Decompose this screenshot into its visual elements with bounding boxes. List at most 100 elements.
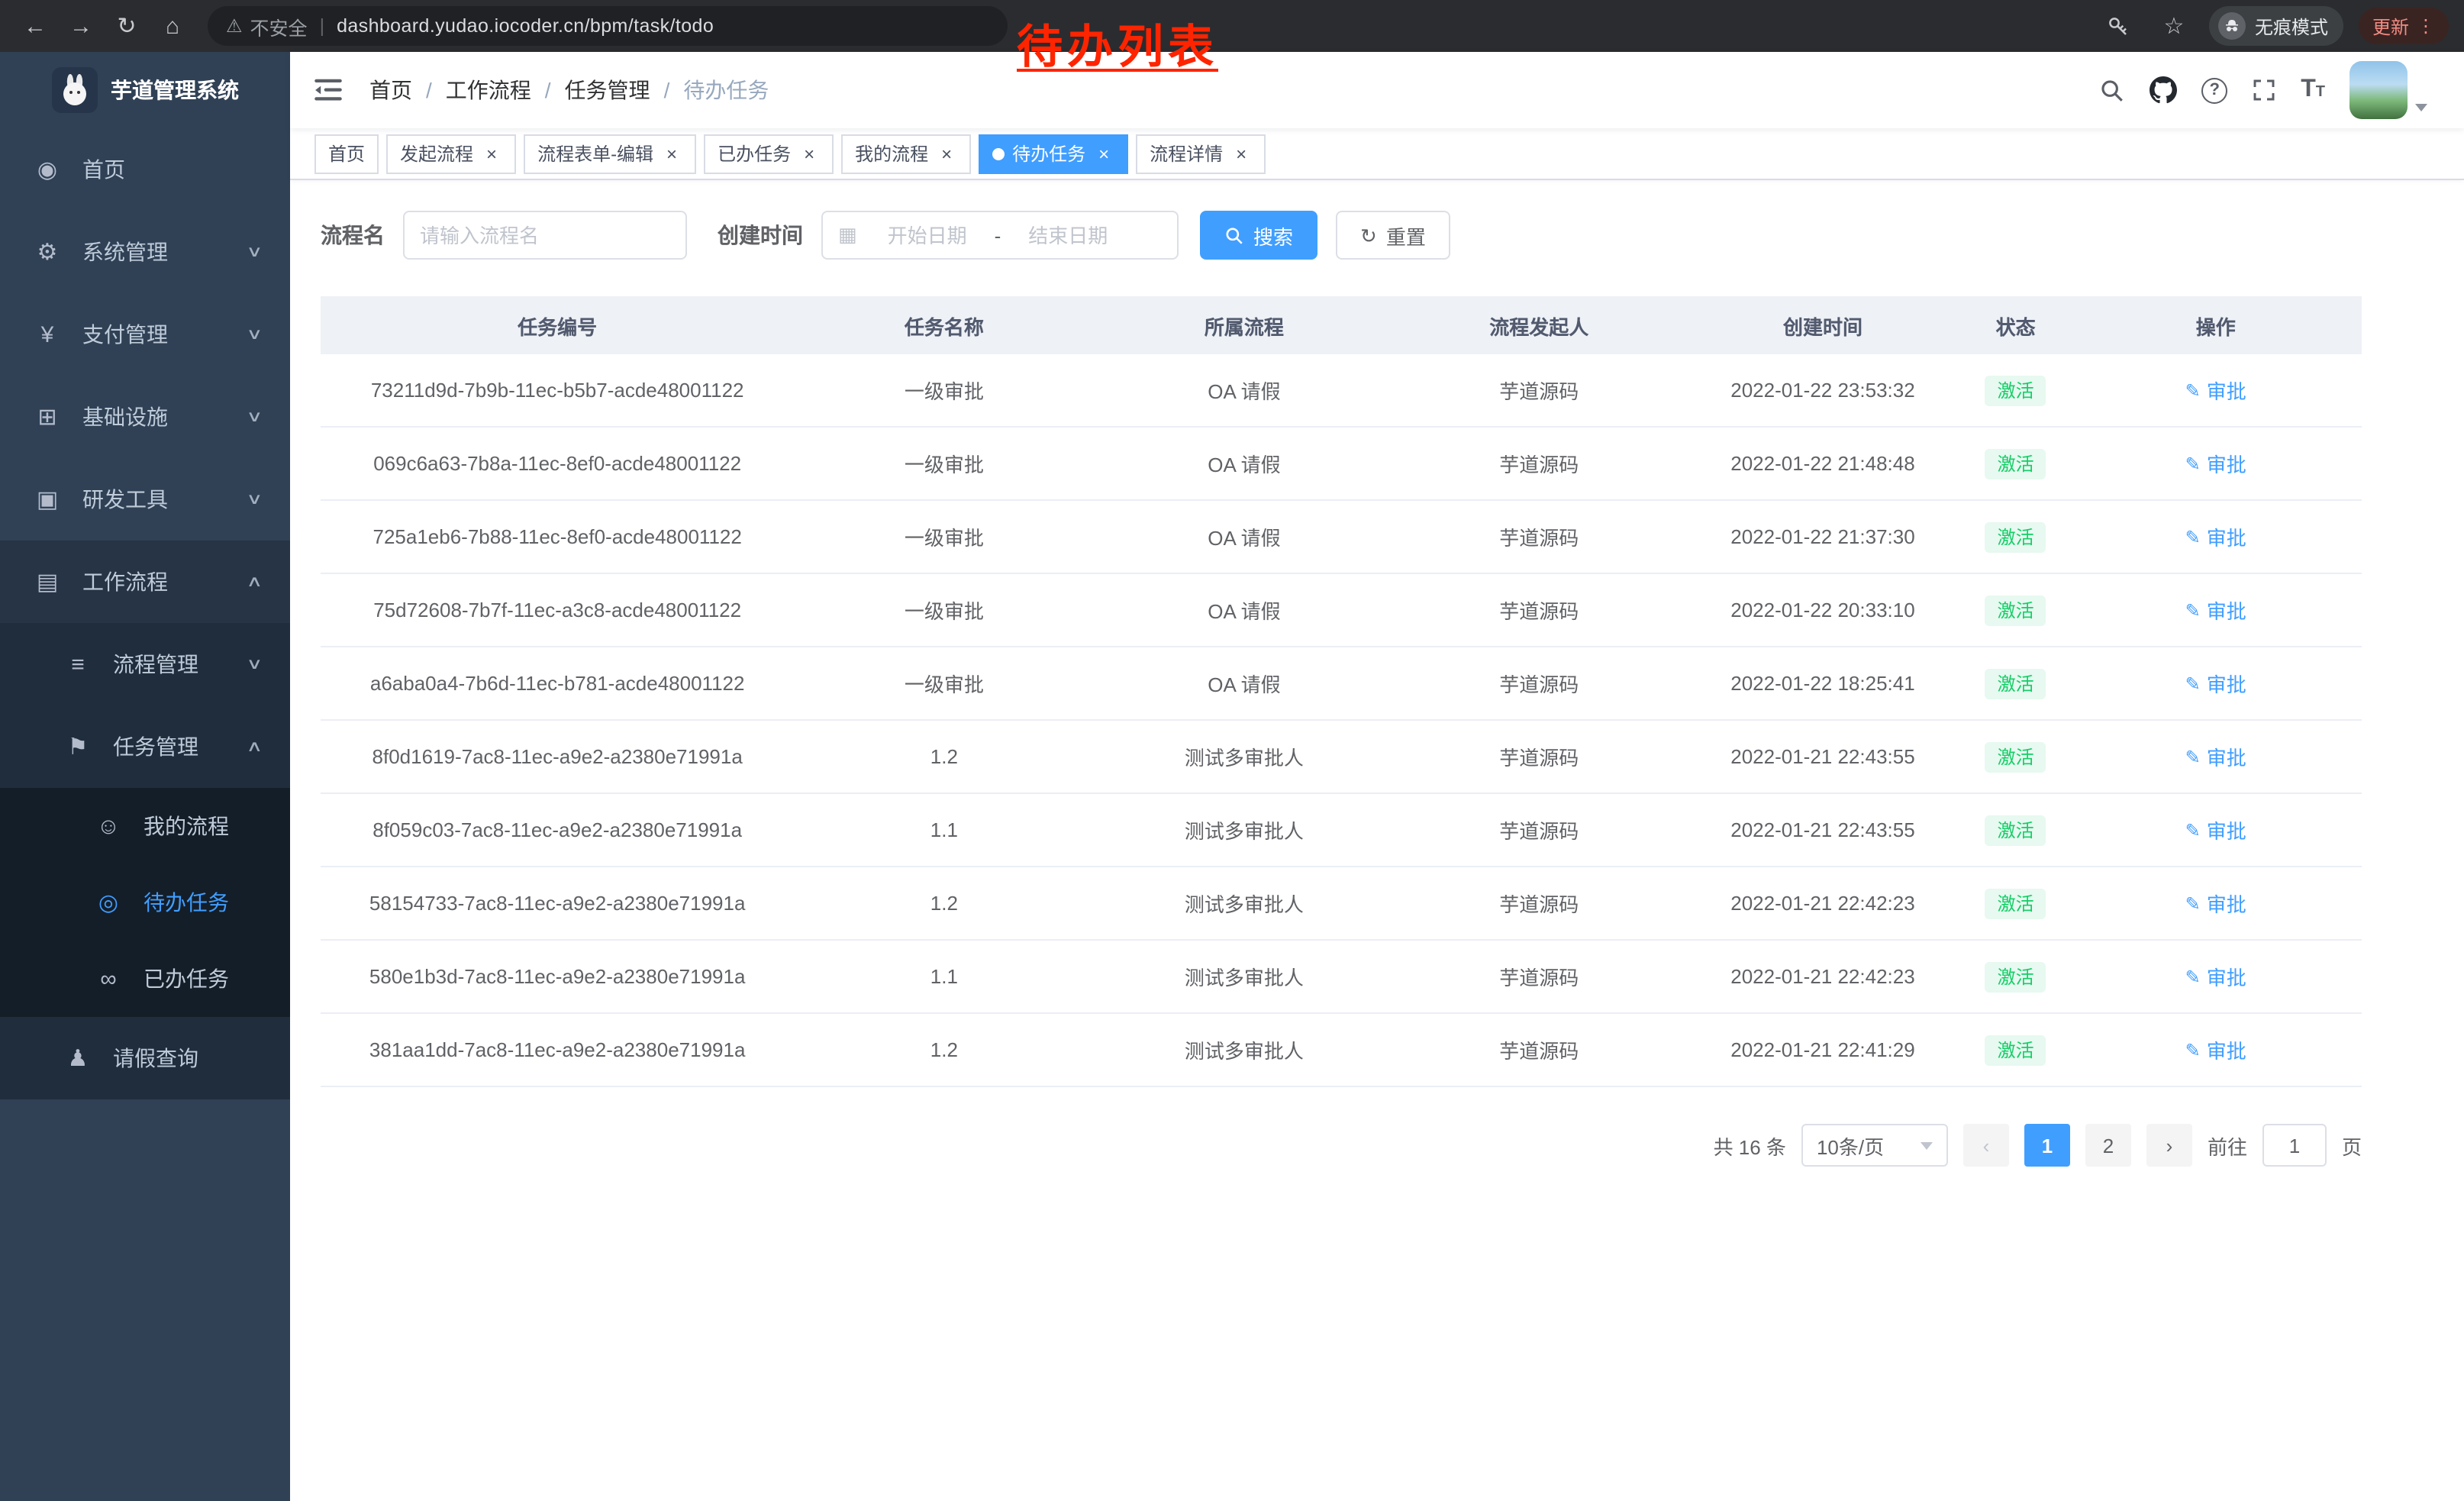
next-page-button[interactable]: › xyxy=(2146,1124,2192,1167)
user-menu[interactable] xyxy=(2350,61,2427,119)
sidebar-item-infrastructure[interactable]: ⊞ 基础设施 ∨ xyxy=(0,376,290,458)
font-size-icon[interactable]: TT xyxy=(2301,78,2325,102)
tab-todo-tasks[interactable]: 待办任务 × xyxy=(979,134,1128,173)
breadcrumb-separator: / xyxy=(664,78,670,102)
table-row: 73211d9d-7b9b-11ec-b5b7-acde48001122 一级审… xyxy=(321,354,2362,428)
end-date-input[interactable] xyxy=(1004,224,1132,247)
security-label[interactable]: 不安全 xyxy=(250,11,308,40)
approve-button[interactable]: ✎审批 xyxy=(2185,449,2246,478)
approve-button[interactable]: ✎审批 xyxy=(2185,669,2246,698)
browser-update-button[interactable]: 更新 ⋮ xyxy=(2359,8,2449,44)
sidebar-item-label: 基础设施 xyxy=(82,402,168,432)
task-id-cell: a6aba0a4-7b6d-11ec-b781-acde48001122 xyxy=(321,672,794,695)
search-icon[interactable] xyxy=(2099,77,2125,103)
created-cell: 2022-01-22 21:37:30 xyxy=(1684,525,1962,548)
process-cell: 测试多审批人 xyxy=(1094,962,1394,991)
sidebar-item-process-management[interactable]: ≡ 流程管理 ∨ xyxy=(0,623,290,705)
warning-icon: ⚠ xyxy=(226,15,243,37)
flag-icon: ⚑ xyxy=(61,733,95,760)
page-button-2[interactable]: 2 xyxy=(2085,1124,2131,1167)
search-button[interactable]: 搜索 xyxy=(1200,211,1317,260)
fullscreen-icon[interactable] xyxy=(2252,78,2276,102)
app-logo xyxy=(51,67,97,113)
back-icon[interactable]: ← xyxy=(15,6,55,46)
action-cell: ✎审批 xyxy=(2070,962,2362,991)
approve-button[interactable]: ✎审批 xyxy=(2185,596,2246,625)
initiator-cell: 芋道源码 xyxy=(1394,1035,1684,1064)
github-icon[interactable] xyxy=(2150,76,2177,104)
action-cell: ✎审批 xyxy=(2070,522,2362,551)
table-row: 75d72608-7b7f-11ec-a3c8-acde48001122 一级审… xyxy=(321,574,2362,647)
close-icon[interactable]: × xyxy=(1093,143,1114,164)
tab-form-edit[interactable]: 流程表单-编辑 × xyxy=(524,134,696,173)
bookmark-star-icon[interactable]: ☆ xyxy=(2154,6,2194,46)
sidebar-fold-icon[interactable] xyxy=(314,78,342,102)
tab-process-detail[interactable]: 流程详情 × xyxy=(1136,134,1266,173)
approve-button[interactable]: ✎审批 xyxy=(2185,962,2246,991)
process-name-input[interactable] xyxy=(420,224,670,247)
close-icon[interactable]: × xyxy=(481,143,502,164)
tab-label: 待办任务 xyxy=(1012,140,1085,166)
sidebar-item-home[interactable]: ◉ 首页 xyxy=(0,128,290,211)
close-icon[interactable]: × xyxy=(661,143,682,164)
approve-button[interactable]: ✎审批 xyxy=(2185,815,2246,844)
kebab-menu-icon[interactable]: ⋮ xyxy=(2417,15,2435,37)
status-cell: 激活 xyxy=(1962,668,2070,699)
sidebar-item-devtools[interactable]: ▣ 研发工具 ∨ xyxy=(0,458,290,541)
approve-button[interactable]: ✎审批 xyxy=(2185,376,2246,405)
sidebar-item-workflow[interactable]: ▤ 工作流程 ∧ xyxy=(0,541,290,623)
app-logo-row[interactable]: 芋道管理系统 xyxy=(0,52,290,128)
home-icon[interactable]: ⌂ xyxy=(153,6,192,46)
tab-done-tasks[interactable]: 已办任务 × xyxy=(704,134,834,173)
sidebar-item-leave-query[interactable]: ♟ 请假查询 xyxy=(0,1017,290,1099)
initiator-cell: 芋道源码 xyxy=(1394,815,1684,844)
tab-label: 我的流程 xyxy=(855,140,928,166)
incognito-spy-icon xyxy=(2218,12,2246,40)
start-date-input[interactable] xyxy=(863,224,992,247)
approve-button[interactable]: ✎审批 xyxy=(2185,522,2246,551)
task-name-cell: 一级审批 xyxy=(794,449,1094,478)
chevron-down-icon xyxy=(2415,104,2427,111)
total-count-label: 共 16 条 xyxy=(1714,1131,1786,1160)
close-icon[interactable]: × xyxy=(936,143,957,164)
date-range-picker[interactable]: ▦ - xyxy=(821,211,1179,260)
breadcrumb-home[interactable]: 首页 xyxy=(369,75,412,105)
breadcrumb-task-management[interactable]: 任务管理 xyxy=(565,75,650,105)
reset-button[interactable]: ↻ 重置 xyxy=(1336,211,1450,260)
table-row: 725a1eb6-7b88-11ec-8ef0-acde48001122 一级审… xyxy=(321,501,2362,574)
filter-bar: 流程名 创建时间 ▦ - 搜索 xyxy=(321,211,2433,260)
avatar[interactable] xyxy=(2350,61,2408,119)
forward-icon[interactable]: → xyxy=(61,6,101,46)
page-size-select[interactable]: 10条/页 xyxy=(1801,1124,1948,1167)
help-icon[interactable]: ? xyxy=(2201,77,2227,103)
sidebar-item-task-management[interactable]: ⚑ 任务管理 ∧ xyxy=(0,705,290,788)
page-button-1[interactable]: 1 xyxy=(2024,1124,2070,1167)
prev-page-button[interactable]: ‹ xyxy=(1963,1124,2009,1167)
approve-label: 审批 xyxy=(2207,669,2246,698)
task-name-cell: 一级审批 xyxy=(794,596,1094,625)
sidebar-item-my-processes[interactable]: ☺ 我的流程 xyxy=(0,788,290,864)
calendar-icon: ▦ xyxy=(838,223,857,247)
sidebar-item-done-tasks[interactable]: ∞ 已办任务 xyxy=(0,941,290,1017)
breadcrumb-separator: / xyxy=(426,78,432,102)
status-badge: 激活 xyxy=(1985,815,2046,845)
task-name-cell: 一级审批 xyxy=(794,376,1094,405)
close-icon[interactable]: × xyxy=(1230,143,1252,164)
reload-icon[interactable]: ↻ xyxy=(107,6,147,46)
process-name-field[interactable] xyxy=(403,211,687,260)
sidebar-item-system[interactable]: ⚙ 系统管理 ∨ xyxy=(0,211,290,293)
address-bar[interactable]: ⚠ 不安全 | dashboard.yudao.iocoder.cn/bpm/t… xyxy=(208,6,1008,46)
approve-button[interactable]: ✎审批 xyxy=(2185,1035,2246,1064)
status-cell: 激活 xyxy=(1962,521,2070,552)
sidebar-item-payment[interactable]: ¥ 支付管理 ∨ xyxy=(0,293,290,376)
tab-my-processes[interactable]: 我的流程 × xyxy=(841,134,971,173)
approve-button[interactable]: ✎审批 xyxy=(2185,742,2246,771)
tab-home[interactable]: 首页 xyxy=(314,134,379,173)
close-icon[interactable]: × xyxy=(798,143,820,164)
approve-button[interactable]: ✎审批 xyxy=(2185,889,2246,918)
goto-page-input[interactable] xyxy=(2262,1124,2327,1167)
sidebar-item-todo-tasks[interactable]: ◎ 待办任务 xyxy=(0,864,290,941)
tab-start-process[interactable]: 发起流程 × xyxy=(386,134,516,173)
key-icon[interactable] xyxy=(2099,6,2139,46)
breadcrumb-workflow[interactable]: 工作流程 xyxy=(446,75,531,105)
